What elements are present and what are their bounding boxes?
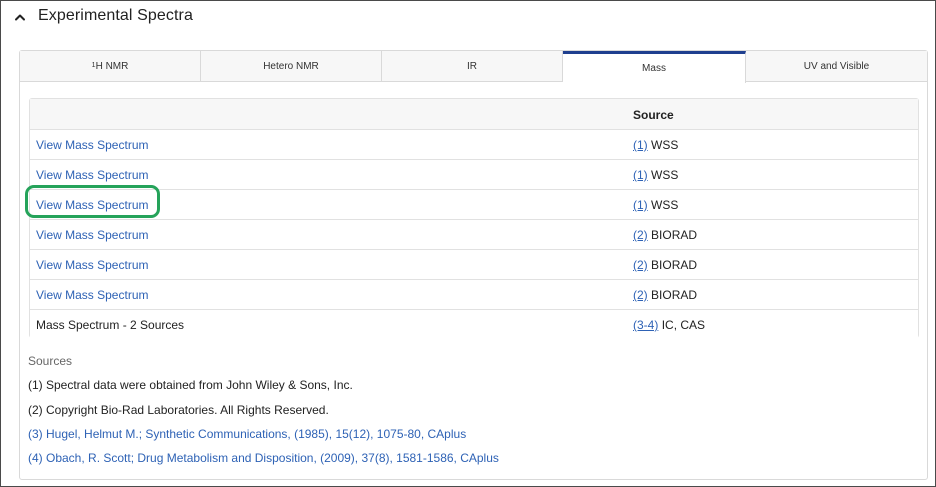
section-header[interactable]: Experimental Spectra — [1, 1, 935, 37]
source-cell: (1) WSS — [633, 138, 678, 152]
experimental-spectra-section: Experimental Spectra 1H NMR Hetero NMR I… — [0, 0, 936, 487]
tab-label: UV and Visible — [803, 61, 870, 72]
source-name: BIORAD — [651, 288, 698, 302]
view-mass-spectrum-link[interactable]: View Mass Spectrum — [36, 258, 148, 272]
source-cell: (1) WSS — [633, 198, 678, 212]
view-mass-spectrum-link[interactable]: View Mass Spectrum — [36, 288, 148, 302]
view-mass-spectrum-link[interactable]: View Mass Spectrum — [36, 198, 148, 212]
view-mass-spectrum-link[interactable]: View Mass Spectrum — [36, 138, 148, 152]
table-row: View Mass Spectrum (2) BIORAD — [30, 280, 918, 310]
tab-label: IR — [467, 61, 477, 72]
table-row: View Mass Spectrum (2) BIORAD — [30, 250, 918, 280]
tab-label: H NMR — [95, 61, 129, 72]
source-cell: (3-4) IC, CAS — [633, 318, 705, 332]
source-cell: (2) BIORAD — [633, 228, 697, 242]
table-row: View Mass Spectrum (1) WSS — [30, 190, 918, 220]
table-row: View Mass Spectrum (1) WSS — [30, 160, 918, 190]
sources-heading: Sources — [28, 354, 73, 368]
section-title: Experimental Spectra — [38, 7, 193, 24]
source-name: IC, CAS — [661, 318, 706, 332]
tab-hetero-nmr[interactable]: Hetero NMR — [201, 51, 382, 82]
source-cell: (2) BIORAD — [633, 258, 697, 272]
chevron-up-icon[interactable] — [13, 10, 27, 24]
table-row: View Mass Spectrum (2) BIORAD — [30, 220, 918, 250]
tab-mass[interactable]: Mass — [563, 51, 746, 83]
view-mass-spectrum-link[interactable]: View Mass Spectrum — [36, 168, 148, 182]
table-row: View Mass Spectrum (1) WSS — [30, 130, 918, 160]
column-header-source: Source — [633, 108, 674, 122]
source-ref-link[interactable]: (2) — [633, 288, 648, 302]
tab-superscript: 1 — [91, 62, 96, 69]
source-ref-link[interactable]: (1) — [633, 198, 648, 212]
source-ref-link[interactable]: (1) — [633, 138, 648, 152]
mass-spectra-table: Source View Mass Spectrum (1) WSS View M… — [29, 98, 919, 340]
table-row: Mass Spectrum - 2 Sources (3-4) IC, CAS — [30, 310, 918, 340]
tab-label: Mass — [642, 63, 666, 74]
source-name: BIORAD — [651, 258, 698, 272]
source-ref-link[interactable]: (2) — [633, 228, 648, 242]
source-name: BIORAD — [651, 228, 698, 242]
mass-spectrum-2-sources-label: Mass Spectrum - 2 Sources — [36, 318, 185, 332]
source-citation-4-link[interactable]: (4) Obach, R. Scott; Drug Metabolism and… — [28, 451, 499, 465]
source-cell: (1) WSS — [633, 168, 678, 182]
source-ref-link[interactable]: (1) — [633, 168, 648, 182]
tab-ir[interactable]: IR — [382, 51, 563, 82]
source-name: WSS — [651, 138, 679, 152]
tab-uv-visible[interactable]: UV and Visible — [746, 51, 927, 82]
tab-label: Hetero NMR — [263, 61, 319, 72]
table-header: Source — [30, 99, 918, 130]
tab-1h-nmr[interactable]: 1H NMR — [20, 51, 201, 82]
source-ref-link[interactable]: (3-4) — [633, 318, 658, 332]
source-ref-link[interactable]: (2) — [633, 258, 648, 272]
spectra-tabs: 1H NMR Hetero NMR IR Mass UV and Visible — [20, 51, 927, 83]
source-citation-3-link[interactable]: (3) Hugel, Helmut M.; Synthetic Communic… — [28, 427, 466, 441]
source-cell: (2) BIORAD — [633, 288, 697, 302]
source-name: WSS — [651, 198, 679, 212]
view-mass-spectrum-link[interactable]: View Mass Spectrum — [36, 228, 148, 242]
source-note-1: (1) Spectral data were obtained from Joh… — [28, 378, 353, 392]
source-note-2: (2) Copyright Bio-Rad Laboratories. All … — [28, 403, 329, 417]
source-name: WSS — [651, 168, 679, 182]
